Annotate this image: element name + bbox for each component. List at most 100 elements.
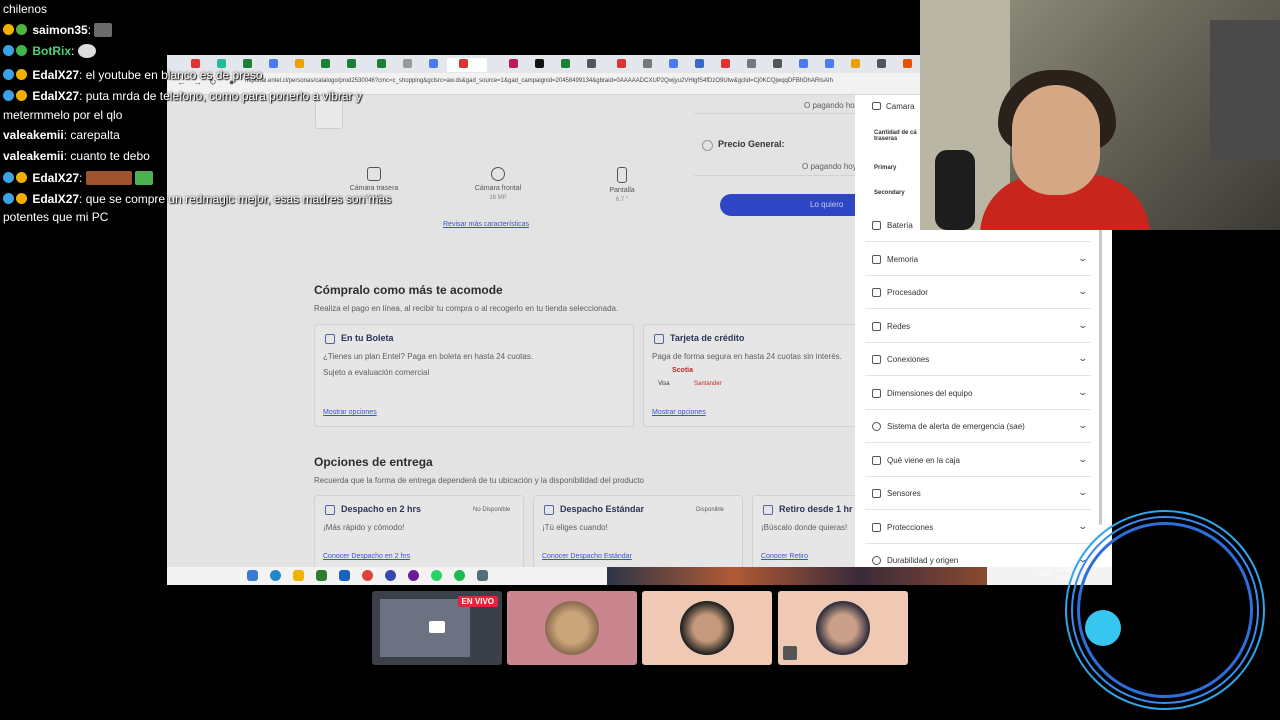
alert-icon	[872, 422, 881, 431]
chat-username[interactable]: BotRix	[32, 44, 71, 58]
accordion-label: Batería	[887, 221, 913, 230]
chat-message: EdalX27: puta mrda de telefono, como par…	[3, 88, 362, 104]
chat-text: metermmelo por el qlo	[3, 108, 123, 122]
tab-icon[interactable]	[429, 59, 438, 68]
precio-general-radio[interactable]	[702, 140, 713, 151]
accordion-item-dimensiones[interactable]: Dimensiones del equipo ⌄	[865, 377, 1091, 410]
tab-icon[interactable]	[825, 59, 834, 68]
primary-label: Primary	[874, 165, 897, 171]
chat-message: potentes que mi PC	[3, 209, 108, 225]
user-circle-icon	[491, 167, 505, 181]
entrega-card-estandar[interactable]: Despacho Estándar Disponible ¡Tú eliges …	[533, 495, 743, 567]
edge-icon[interactable]	[270, 570, 281, 581]
memory-icon	[872, 255, 881, 264]
camera-icon	[367, 167, 381, 181]
app-icon[interactable]	[408, 570, 419, 581]
tab-icon[interactable]	[773, 59, 782, 68]
chevron-down-icon: ⌄	[1077, 487, 1089, 497]
spec-pantalla: Pantalla 6.7 "	[582, 167, 662, 203]
tab-icon[interactable]	[617, 59, 626, 68]
accordion-label: Procesador	[887, 288, 928, 297]
accordion-item-sae[interactable]: Sistema de alerta de emergencia (sae) ⌄	[865, 410, 1091, 443]
participant-tile-duo-2[interactable]	[778, 591, 908, 665]
whatsapp-icon[interactable]	[431, 570, 442, 581]
entrega-status: No Disponible	[473, 507, 511, 513]
tab-icon[interactable]	[643, 59, 652, 68]
chat-username[interactable]: EdalX27	[32, 171, 79, 185]
tab-icon[interactable]	[535, 59, 544, 68]
start-icon[interactable]	[247, 570, 258, 581]
emote-icon	[94, 23, 113, 37]
spec-value: 16 MP	[489, 195, 507, 201]
tab-icon[interactable]	[459, 59, 468, 68]
entrega-title: Retiro desde 1 hr	[779, 504, 853, 514]
tab-icon[interactable]	[877, 59, 886, 68]
accordion-item-conexiones[interactable]: Conexiones ⌄	[865, 343, 1091, 376]
chat-username[interactable]: valeakemii	[3, 128, 64, 142]
app-icon[interactable]	[477, 570, 488, 581]
url-text[interactable]: miportal.entel.cl/personas/catalogo/prod…	[245, 78, 833, 84]
tab-icon[interactable]	[799, 59, 808, 68]
spotify-icon[interactable]	[454, 570, 465, 581]
chevron-down-icon: ⌄	[1077, 353, 1089, 363]
language-indicator[interactable]: ESP	[1039, 572, 1051, 578]
visa-logo: Visa	[658, 381, 670, 387]
chat-username[interactable]: valeakemii	[3, 149, 64, 163]
tab-icon[interactable]	[321, 59, 330, 68]
folder-icon[interactable]	[293, 570, 304, 581]
tab-icon[interactable]	[851, 59, 860, 68]
boleta-card[interactable]: En tu Boleta ¿Tienes un plan Entel? Paga…	[314, 324, 634, 427]
chat-text: chilenos	[3, 2, 48, 16]
sword-icon	[3, 45, 14, 56]
boleta-mostrar-opciones[interactable]: Mostrar opciones	[323, 409, 377, 416]
tab-icon[interactable]	[295, 59, 304, 68]
app-icon[interactable]	[316, 570, 327, 581]
accordion-item-memoria[interactable]: Memoria ⌄	[865, 243, 1091, 276]
entrega-subtitle: Recuerda que la forma de entrega depende…	[314, 476, 645, 485]
accordion-item-procesador[interactable]: Procesador ⌄	[865, 276, 1091, 309]
globe-icon	[872, 556, 881, 565]
chat-username[interactable]: EdalX27	[32, 192, 79, 206]
scrollbar[interactable]	[1099, 225, 1102, 525]
entrega-link[interactable]: Conocer Retiro	[761, 553, 808, 560]
chat-username[interactable]: saimon35	[32, 23, 87, 37]
secondary-label: Secondary	[874, 190, 905, 196]
chat-username[interactable]: EdalX27	[32, 89, 79, 103]
chat-username[interactable]: EdalX27	[32, 68, 79, 82]
credito-mostrar-opciones[interactable]: Mostrar opciones	[652, 409, 706, 416]
chrome-icon[interactable]	[362, 570, 373, 581]
entrega-card-2hrs[interactable]: Despacho en 2 hrs No Disponible ¡Más ráp…	[314, 495, 524, 567]
accordion-item-caja[interactable]: Qué viene en la caja ⌄	[865, 444, 1091, 477]
revisar-caracteristicas-link[interactable]: Revisar más características	[443, 221, 529, 228]
accordion-item-durabilidad[interactable]: Durabilidad y origen ⌄	[865, 544, 1091, 567]
participant-tile-duo-1[interactable]	[642, 591, 772, 665]
tab-icon[interactable]	[903, 59, 912, 68]
tab-icon[interactable]	[587, 59, 596, 68]
tab-icon[interactable]	[377, 59, 386, 68]
tab-icon[interactable]	[509, 59, 518, 68]
entrega-card-retiro[interactable]: Retiro desde 1 hr ¡Búscalo donde quieras…	[752, 495, 855, 567]
entrega-link[interactable]: Conocer Despacho en 2 hrs	[323, 553, 410, 560]
tab-icon[interactable]	[403, 59, 412, 68]
verified-icon	[16, 45, 27, 56]
tab-icon[interactable]	[695, 59, 704, 68]
chat-message: saimon35:	[3, 22, 113, 38]
accordion-item-sensores[interactable]: Sensores ⌄	[865, 477, 1091, 510]
tab-icon[interactable]	[347, 59, 356, 68]
entrega-link[interactable]: Conocer Despacho Estándar	[542, 553, 632, 560]
audio-visualizer	[1065, 510, 1275, 720]
app-icon[interactable]	[385, 570, 396, 581]
tab-icon[interactable]	[747, 59, 756, 68]
lo-quiero-button[interactable]: Lo quiero	[720, 194, 855, 216]
tab-icon[interactable]	[269, 59, 278, 68]
tab-icon[interactable]	[721, 59, 730, 68]
tab-icon[interactable]	[669, 59, 678, 68]
participant-tile-cat[interactable]	[507, 591, 637, 665]
credito-card[interactable]: Tarjeta de crédito Paga de forma segura …	[643, 324, 855, 427]
mail-icon[interactable]	[339, 570, 350, 581]
phone-icon	[617, 167, 627, 183]
participant-tile-screen[interactable]: EN VIVO	[372, 591, 502, 665]
accordion-item-redes[interactable]: Redes ⌄	[865, 310, 1091, 343]
accordion-item-protecciones[interactable]: Protecciones ⌄	[865, 511, 1091, 544]
tab-icon[interactable]	[561, 59, 570, 68]
